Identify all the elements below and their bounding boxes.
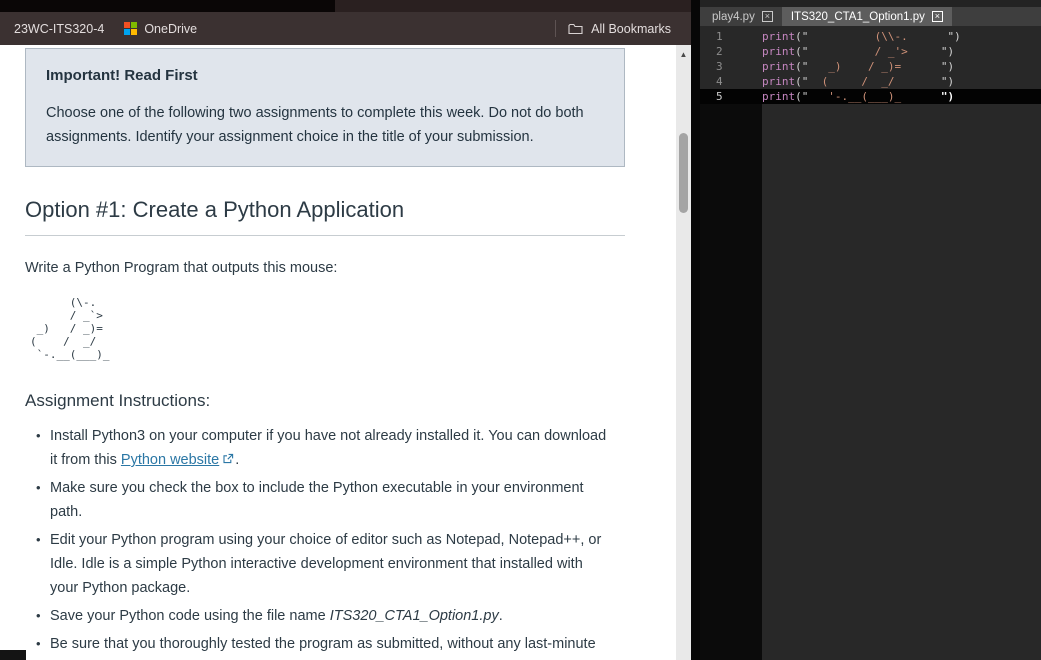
bookmark-onedrive-label: OneDrive — [144, 21, 198, 36]
scrollbar-thumb[interactable] — [679, 133, 688, 213]
ascii-art-mouse: (\-. / _`> _) / _)= ( / _/ `-.__(___)_ — [30, 296, 110, 361]
scroll-up-icon[interactable]: ▲ — [676, 50, 691, 59]
line-number: 3 — [716, 60, 723, 73]
editor-tab-bar: play4.py × ITS320_CTA1_Option1.py × — [700, 7, 1041, 26]
editor-gutter — [700, 104, 762, 660]
scrollbar[interactable]: ▲ — [676, 45, 691, 660]
bookmarks-bar-right: All Bookmarks — [555, 20, 687, 37]
line-number: 1 — [716, 30, 723, 43]
line-number: 5 — [716, 90, 723, 103]
code-line-1[interactable]: 1 print(" (\\-. ") — [700, 29, 1041, 44]
line-number: 4 — [716, 75, 723, 88]
external-link-icon — [223, 453, 234, 464]
bookmark-course-label: 23WC-ITS320-4 — [14, 21, 105, 36]
code-text: print(" '-.__(___)_ ") — [762, 90, 955, 103]
page-title: Option #1: Create a Python Application — [25, 197, 625, 236]
bookmark-onedrive[interactable]: OneDrive — [114, 17, 207, 41]
page-content: Important! Read First Choose one of the … — [0, 45, 676, 660]
list-item-text: Save your Python code using the file nam… — [50, 608, 330, 624]
code-line-5[interactable]: 5 print(" '-.__(___)_ ") — [700, 89, 1041, 104]
python-website-link[interactable]: Python website — [121, 452, 219, 468]
editor-code-lines: 1 print(" (\\-. ") 2 print(" / _'> ") 3 print… — [700, 29, 1041, 104]
instructions-heading: Assignment Instructions: — [25, 391, 211, 410]
editor-top-strip — [700, 0, 1041, 7]
intro-paragraph: Write a Python Program that outputs this… — [25, 260, 338, 276]
screen: 23WC-ITS320-4 OneDrive All Bookmarks Imp… — [0, 0, 1041, 660]
code-line-4[interactable]: 4 print(" ( / _/ ") — [700, 74, 1041, 89]
editor-tab-label: play4.py — [712, 10, 755, 23]
browser-tab-strip[interactable] — [0, 0, 691, 12]
code-editor: play4.py × ITS320_CTA1_Option1.py × 1 print(… — [700, 0, 1041, 660]
list-item: Make sure you check the box to include t… — [36, 476, 614, 524]
editor-tab-label: ITS320_CTA1_Option1.py — [790, 10, 925, 23]
editor-code-area[interactable]: 1 print(" (\\-. ") 2 print(" / _'> ") 3 print… — [700, 26, 1041, 660]
code-text: print(" / _'> ") — [762, 45, 955, 58]
editor-tab-play4.py[interactable]: play4.py × — [703, 7, 782, 26]
callout-title: Important! Read First — [46, 67, 198, 84]
microsoft-logo-icon — [124, 22, 138, 35]
tab-close-icon[interactable]: × — [761, 11, 773, 22]
bookmark-course[interactable]: 23WC-ITS320-4 — [4, 17, 114, 41]
code-line-2[interactable]: 2 print(" / _'> ") — [700, 44, 1041, 59]
taskbar-corner — [0, 650, 26, 660]
important-callout: Important! Read First Choose one of the … — [25, 48, 625, 167]
list-item: Edit your Python program using your choi… — [36, 528, 614, 600]
list-item: Install Python3 on your computer if you … — [36, 424, 614, 472]
code-text: print(" _) / _)= ") — [762, 60, 955, 73]
code-text: print(" (\\-. ") — [762, 30, 961, 43]
list-item: Be sure that you thoroughly tested the p… — [36, 632, 614, 660]
folder-icon — [568, 23, 583, 34]
callout-body: Choose one of the following two assignme… — [46, 105, 584, 145]
bookmarks-separator — [555, 20, 557, 37]
list-item-text: . — [235, 452, 240, 468]
editor-tab-ITS320_CTA1_Option1.py[interactable]: ITS320_CTA1_Option1.py × — [781, 7, 952, 26]
code-line-3[interactable]: 3 print(" _) / _)= ") — [700, 59, 1041, 74]
all-bookmarks-button[interactable]: All Bookmarks — [568, 22, 671, 36]
bookmarks-bar: 23WC-ITS320-4 OneDrive All Bookmarks — [0, 12, 691, 45]
browser-active-tab[interactable] — [0, 0, 335, 12]
tab-close-icon[interactable]: × — [931, 11, 943, 22]
browser-window: 23WC-ITS320-4 OneDrive All Bookmarks Imp… — [0, 0, 691, 660]
code-text: print(" ( / _/ ") — [762, 75, 955, 88]
list-item-text: Be sure that you thoroughly tested the p… — [50, 636, 596, 652]
instructions-list: Install Python3 on your computer if you … — [25, 424, 620, 660]
list-item-text: ITS320_CTA1_Option1.py — [329, 608, 499, 624]
list-item-text: Make sure you check the box to include t… — [50, 480, 584, 520]
list-item: Save your Python code using the file nam… — [36, 604, 614, 628]
window-divider — [691, 0, 700, 660]
line-number: 2 — [716, 45, 723, 58]
list-item-text: . — [498, 608, 503, 624]
all-bookmarks-label: All Bookmarks — [591, 21, 671, 36]
list-item-text: Edit your Python program using your choi… — [50, 532, 602, 596]
